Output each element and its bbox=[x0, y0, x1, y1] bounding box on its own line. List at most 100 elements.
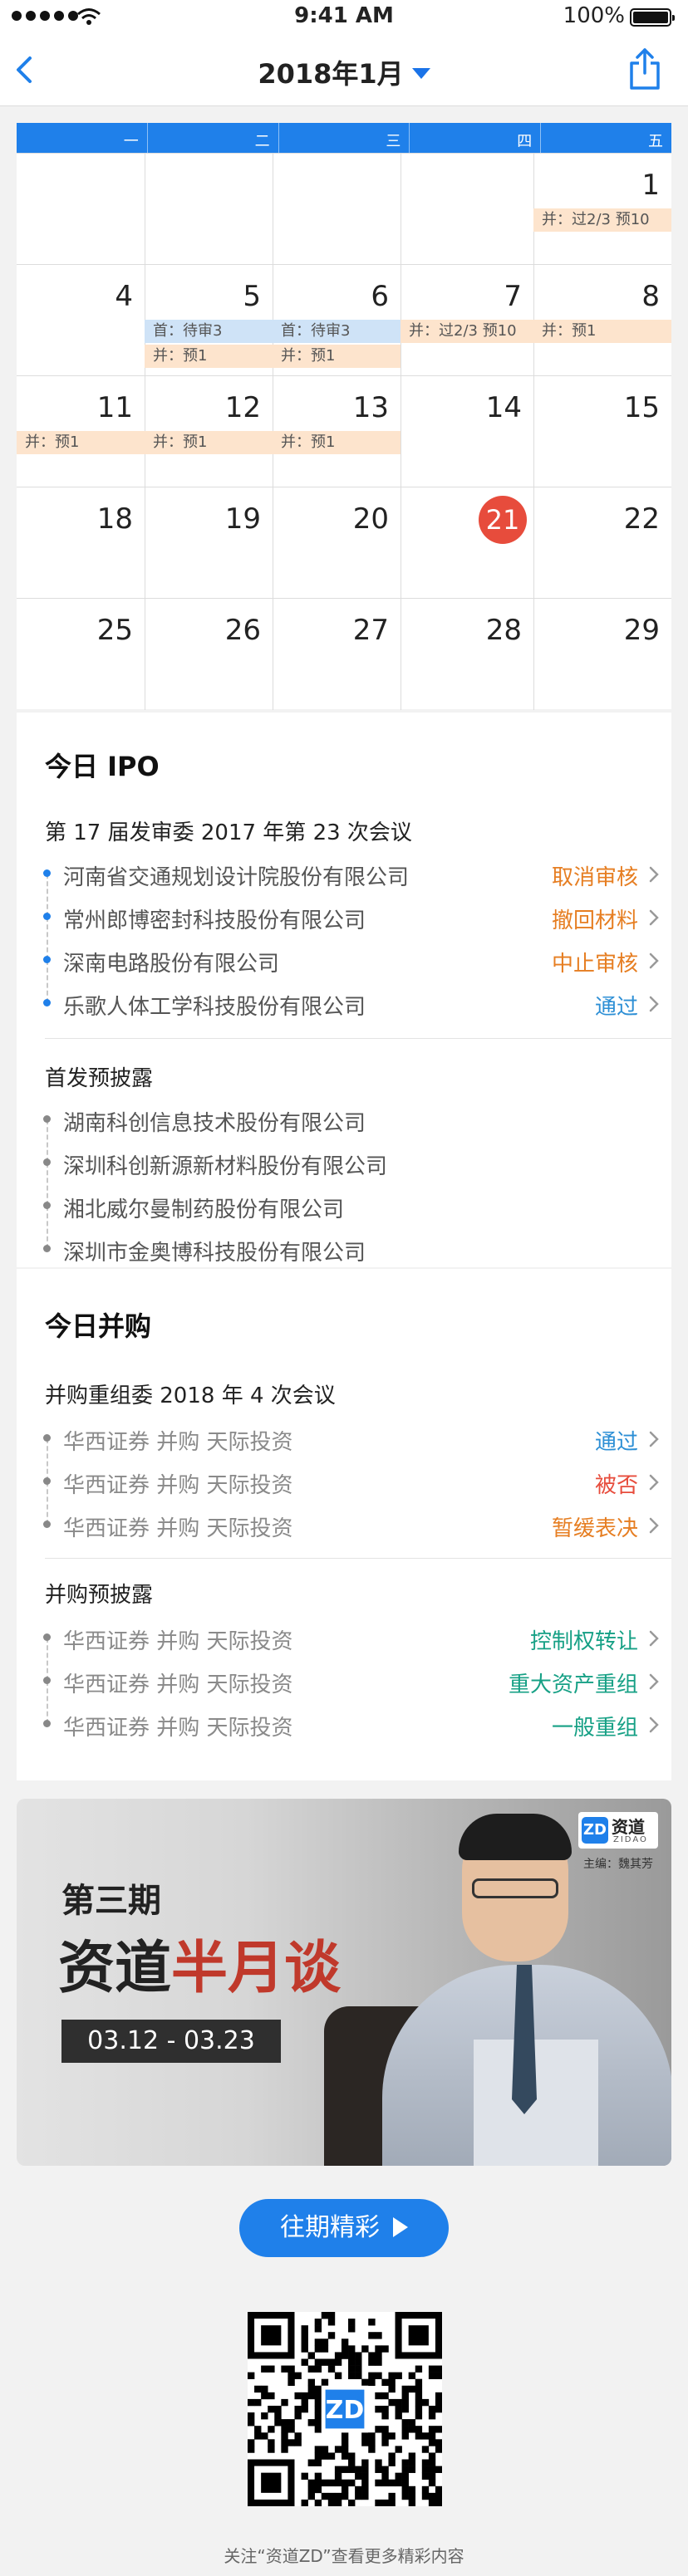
day-number: 18 bbox=[96, 502, 133, 536]
today-marker: 21 bbox=[479, 496, 527, 544]
item-status: 控制权转让 bbox=[529, 1629, 638, 1654]
day-number: 7 bbox=[504, 280, 522, 313]
calendar-day[interactable]: 21 bbox=[401, 487, 533, 599]
ma-card: 今日并购 并购重组委 2018 年 4 次会议 并购预披露 华西证券 并购 天际… bbox=[17, 1269, 671, 1780]
calendar-day bbox=[401, 154, 533, 265]
ipo-meeting-item[interactable]: 河南省交通规划设计院股份有限公司 取消审核 bbox=[43, 852, 663, 917]
day-number: 1 bbox=[641, 169, 660, 202]
ma-meeting-item[interactable]: 华西证券 并购 天际投资 被否 bbox=[43, 1460, 663, 1525]
calendar-day[interactable]: 27 bbox=[273, 599, 401, 710]
calendar-week: 25 26 27 28 29 bbox=[17, 598, 671, 710]
calendar-day[interactable]: 20 bbox=[273, 487, 401, 599]
day-number: 8 bbox=[641, 280, 660, 313]
month-picker[interactable]: 2018年1月 bbox=[0, 53, 688, 91]
promo-banner[interactable]: 第三期 资道半月谈 03.12 - 03.23 ZD 资道 ZIDAO 主编：魏… bbox=[17, 1799, 671, 2166]
item-status: 中止审核 bbox=[551, 952, 638, 977]
chevron-right-icon bbox=[649, 1630, 659, 1647]
calendar-day[interactable]: 26 bbox=[145, 599, 273, 710]
day-number: 14 bbox=[485, 391, 522, 424]
chevron-right-icon bbox=[649, 1717, 659, 1733]
item-name: 深圳科创新源新材料股份有限公司 bbox=[63, 1154, 388, 1179]
weekday-label: 三 bbox=[278, 123, 410, 153]
timeline-dot bbox=[43, 1720, 51, 1727]
day-number: 26 bbox=[224, 614, 261, 647]
divider bbox=[45, 1038, 671, 1039]
item-name: 深圳市金奥博科技股份有限公司 bbox=[63, 1241, 366, 1266]
day-number: 12 bbox=[224, 391, 261, 424]
calendar-week: 11 12 13 14 15 并：预1 并：预1 并：预1 bbox=[17, 375, 671, 487]
banner-dates: 03.12 - 03.23 bbox=[61, 2020, 281, 2063]
calendar-day[interactable]: 15 bbox=[533, 376, 671, 487]
ma-meeting-item[interactable]: 华西证券 并购 天际投资 暂缓表决 bbox=[43, 1503, 663, 1546]
calendar-day[interactable]: 25 bbox=[17, 599, 145, 710]
calendar-event-tag[interactable]: 并：预1 bbox=[533, 320, 671, 343]
item-name: 华西证券 并购 天际投资 bbox=[63, 1516, 293, 1541]
calendar-day[interactable]: 4 bbox=[17, 265, 145, 376]
timeline-dot bbox=[43, 1477, 51, 1485]
ipo-disclosure-title: 首发预披露 bbox=[45, 1066, 154, 1091]
item-name: 湖南科创信息技术股份有限公司 bbox=[63, 1111, 366, 1136]
chevron-right-icon bbox=[649, 1673, 659, 1690]
item-name: 华西证券 并购 天际投资 bbox=[63, 1629, 293, 1654]
calendar-day bbox=[273, 154, 401, 265]
ma-meeting-item[interactable]: 华西证券 并购 天际投资 通过 bbox=[43, 1417, 663, 1481]
calendar-event-tag[interactable]: 并：过2/3 预10 bbox=[401, 320, 533, 343]
calendar-day[interactable]: 22 bbox=[533, 487, 671, 599]
ipo-title: 今日 IPO bbox=[45, 751, 160, 782]
item-name: 华西证券 并购 天际投资 bbox=[63, 1430, 293, 1455]
past-issues-button[interactable]: 往期精彩 bbox=[239, 2199, 449, 2257]
timeline-dot bbox=[43, 1521, 51, 1528]
item-status: 撤回材料 bbox=[551, 908, 638, 933]
ipo-disclosure-item[interactable]: 湘北威尔曼制药股份有限公司 bbox=[43, 1184, 663, 1249]
day-number: 4 bbox=[115, 280, 133, 313]
calendar-event-tag[interactable]: 并：预1 bbox=[17, 431, 145, 454]
calendar-event-tag[interactable]: 首：待审3 bbox=[145, 320, 273, 343]
calendar-event-tag[interactable]: 并：预1 bbox=[145, 431, 273, 454]
calendar-day[interactable]: 14 bbox=[401, 376, 533, 487]
item-status: 取消审核 bbox=[551, 865, 638, 890]
calendar-day[interactable]: 29 bbox=[533, 599, 671, 710]
chevron-right-icon bbox=[649, 996, 659, 1012]
timeline-dot bbox=[43, 1677, 51, 1684]
ipo-meeting-item[interactable]: 常州郎博密封科技股份有限公司 撤回材料 bbox=[43, 895, 663, 960]
calendar-event-tag[interactable]: 并：预1 bbox=[273, 345, 401, 368]
item-name: 深南电路股份有限公司 bbox=[63, 952, 280, 977]
ma-disclosure-item[interactable]: 华西证券 并购 天际投资 重大资产重组 bbox=[43, 1659, 663, 1724]
item-name: 湘北威尔曼制药股份有限公司 bbox=[63, 1197, 345, 1222]
timeline-dot bbox=[43, 913, 51, 920]
banner-headline-b: 半月谈 bbox=[171, 1935, 342, 2001]
timeline-dot bbox=[43, 1633, 51, 1641]
ipo-disclosure-item[interactable]: 深圳科创新源新材料股份有限公司 bbox=[43, 1141, 663, 1206]
timeline-dot bbox=[43, 1115, 51, 1123]
ma-meeting-title: 并购重组委 2018 年 4 次会议 bbox=[45, 1383, 336, 1408]
status-bar: 9:41 AM 100% bbox=[0, 0, 688, 33]
day-number: 19 bbox=[224, 502, 261, 536]
chevron-right-icon bbox=[649, 866, 659, 883]
calendar-event-tag[interactable]: 并：预1 bbox=[145, 345, 273, 368]
ipo-meeting-item[interactable]: 深南电路股份有限公司 中止审核 bbox=[43, 938, 663, 1003]
weekday-label: 一 bbox=[123, 133, 139, 150]
calendar-day[interactable]: 18 bbox=[17, 487, 145, 599]
weekday-label: 二 bbox=[146, 123, 278, 153]
ipo-disclosure-item[interactable]: 深圳市金奥博科技股份有限公司 bbox=[43, 1227, 663, 1271]
ma-disclosure-item[interactable]: 华西证券 并购 天际投资 控制权转让 bbox=[43, 1616, 663, 1681]
chevron-right-icon bbox=[649, 1517, 659, 1534]
calendar-event-tag[interactable]: 并：预1 bbox=[273, 431, 401, 454]
ipo-meeting-item[interactable]: 乐歌人体工学科技股份有限公司 通过 bbox=[43, 982, 663, 1025]
weekday-header: 一二三四五 bbox=[17, 123, 671, 153]
calendar-day[interactable]: 19 bbox=[145, 487, 273, 599]
day-number: 22 bbox=[623, 502, 660, 536]
calendar-event-tag[interactable]: 并：过2/3 预10 bbox=[533, 208, 671, 232]
calendar-day[interactable]: 28 bbox=[401, 599, 533, 710]
month-title: 2018年1月 bbox=[258, 58, 404, 90]
item-status: 被否 bbox=[594, 1473, 638, 1498]
item-name: 华西证券 并购 天际投资 bbox=[63, 1473, 293, 1498]
glasses-icon bbox=[472, 1878, 558, 1898]
ma-disclosure-item[interactable]: 华西证券 并购 天际投资 一般重组 bbox=[43, 1702, 663, 1746]
chevron-right-icon bbox=[649, 909, 659, 926]
calendar-event-tag[interactable]: 首：待审3 bbox=[273, 320, 401, 343]
share-icon[interactable] bbox=[627, 47, 663, 91]
day-number: 25 bbox=[96, 614, 133, 647]
footer-text: 关注“资道ZD”查看更多精彩内容 bbox=[224, 2546, 464, 2566]
ipo-disclosure-item[interactable]: 湖南科创信息技术股份有限公司 bbox=[43, 1098, 663, 1163]
